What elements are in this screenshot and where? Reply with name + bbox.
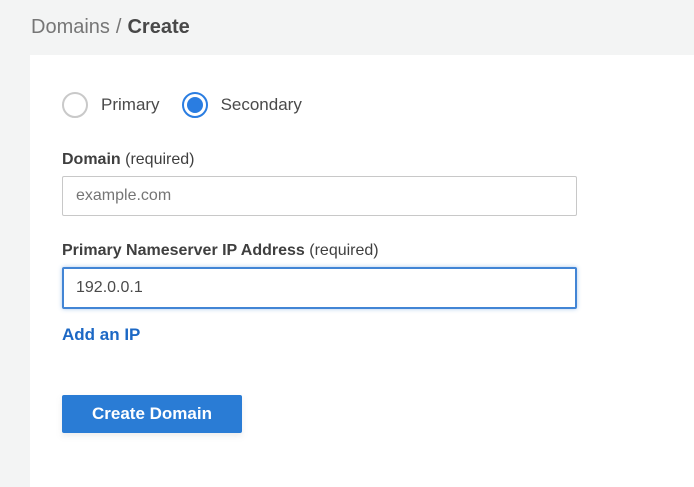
domain-input[interactable]: [62, 176, 577, 216]
radio-primary[interactable]: Primary: [62, 92, 160, 118]
add-ip-link[interactable]: Add an IP: [62, 325, 140, 345]
create-domain-form-panel: Primary Secondary Domain (required) Prim…: [30, 55, 694, 487]
domain-field-label: Domain (required): [62, 151, 694, 169]
ip-field-label: Primary Nameserver IP Address (required): [62, 242, 694, 260]
primary-nameserver-ip-input[interactable]: [62, 267, 577, 309]
breadcrumb-separator: /: [116, 16, 122, 39]
domain-required-hint: (required): [125, 151, 194, 168]
radio-primary-label: Primary: [101, 95, 160, 115]
radio-secondary[interactable]: Secondary: [182, 92, 302, 118]
ip-label-text: Primary Nameserver IP Address: [62, 242, 305, 259]
radio-secondary-circle-icon[interactable]: [182, 92, 208, 118]
radio-primary-circle-icon[interactable]: [62, 92, 88, 118]
radio-secondary-label: Secondary: [221, 95, 302, 115]
breadcrumb-domains[interactable]: Domains: [31, 16, 110, 39]
breadcrumb: Domains / Create: [0, 0, 694, 55]
create-domain-button[interactable]: Create Domain: [62, 395, 242, 433]
ip-required-hint: (required): [309, 242, 378, 259]
domain-label-text: Domain: [62, 151, 121, 168]
domain-type-radio-group: Primary Secondary: [62, 92, 694, 118]
breadcrumb-create: Create: [127, 16, 189, 39]
